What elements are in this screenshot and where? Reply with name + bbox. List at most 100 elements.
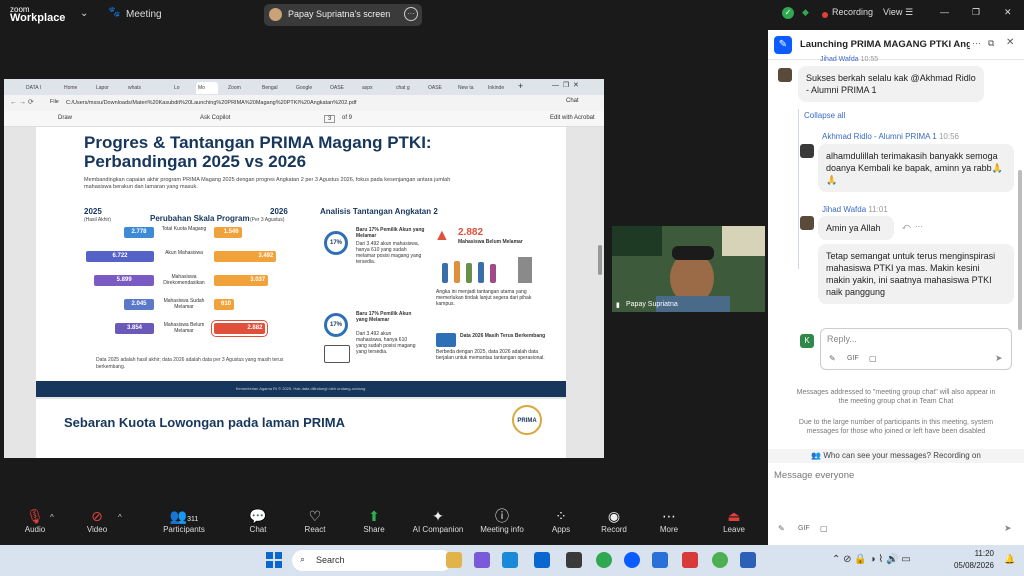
scrollbar[interactable] bbox=[1018, 170, 1022, 330]
analysis-4-title: Data 2026 Masih Terus Berkembang bbox=[460, 333, 546, 339]
leave-button[interactable]: ⏏ Leave bbox=[704, 505, 764, 534]
browser-tab-active[interactable]: Mo bbox=[196, 82, 218, 94]
chat-button[interactable]: 💬 Chat bbox=[228, 505, 288, 534]
participants-button[interactable]: 👥311 Participants bbox=[154, 505, 214, 534]
page-number-input[interactable]: 3 bbox=[324, 115, 336, 123]
file-explorer-icon[interactable] bbox=[446, 552, 462, 568]
more-options-icon[interactable]: ··· bbox=[404, 7, 418, 21]
zoom-icon[interactable] bbox=[624, 552, 640, 568]
url-scheme-label: File bbox=[50, 99, 59, 105]
browser-tab[interactable]: Google bbox=[294, 82, 320, 94]
browser-tab[interactable]: aspx bbox=[360, 82, 386, 94]
browser-tab[interactable]: Home bbox=[62, 82, 88, 94]
format-icon[interactable]: ✎ bbox=[829, 354, 836, 363]
pdf-icon[interactable] bbox=[682, 552, 698, 568]
draw-tool[interactable]: Draw bbox=[58, 115, 72, 121]
word-icon[interactable] bbox=[740, 552, 756, 568]
nav-buttons[interactable]: ← → ⟳ bbox=[10, 98, 34, 106]
bar-2025: 3.854 bbox=[115, 323, 154, 334]
app-icon[interactable] bbox=[566, 552, 582, 568]
participant-video[interactable]: ▮ Papay Supriatna bbox=[612, 226, 765, 312]
chat-message: alhamdulillah terimakasih banyakk semoga… bbox=[818, 144, 1014, 192]
thread-line bbox=[798, 109, 799, 269]
browser-tab[interactable]: Lo bbox=[172, 82, 190, 94]
more-options-icon[interactable]: ··· bbox=[972, 38, 981, 48]
copilot-icon[interactable] bbox=[474, 552, 490, 568]
send-icon[interactable]: ➤ bbox=[1004, 523, 1012, 534]
apps-button[interactable]: ⁘ Apps bbox=[531, 505, 591, 534]
shared-screen[interactable]: DATA I Home Lapor whats Lo Mo Zoom Benga… bbox=[4, 79, 604, 458]
new-tab-icon[interactable]: + bbox=[518, 81, 523, 91]
chrome-icon[interactable] bbox=[712, 552, 728, 568]
windows-start-icon[interactable] bbox=[266, 552, 282, 568]
browser-tab[interactable]: OASE bbox=[328, 82, 352, 94]
browser-tab[interactable]: Inkinde bbox=[486, 82, 514, 94]
close-icon[interactable]: ✕ bbox=[1006, 37, 1014, 48]
send-icon[interactable]: ➤ bbox=[995, 353, 1003, 364]
share-button[interactable]: ⬆ Share bbox=[344, 505, 404, 534]
message-input[interactable]: Message everyone bbox=[774, 470, 854, 481]
gif-button[interactable]: GIF bbox=[847, 355, 859, 362]
meeting-info-button[interactable]: ⓘ Meeting info bbox=[472, 505, 532, 534]
file-icon[interactable]: ▢ bbox=[869, 354, 877, 363]
view-menu-icon[interactable]: ☰ bbox=[905, 7, 913, 18]
store-icon[interactable] bbox=[534, 552, 550, 568]
ask-copilot-button[interactable]: Ask Copilot bbox=[200, 115, 230, 121]
gif-button[interactable]: GIF bbox=[798, 525, 810, 532]
reply-input[interactable]: Reply... bbox=[827, 334, 857, 344]
close-icon[interactable]: ✕ bbox=[1004, 7, 1012, 18]
collapse-all-link[interactable]: Collapse all bbox=[804, 111, 845, 120]
analysis-heading: Analisis Tantangan Angkatan 2 bbox=[320, 207, 438, 216]
window-controls[interactable]: — ❐ ✕ bbox=[552, 81, 579, 89]
chevron-up-icon[interactable]: ^ bbox=[50, 513, 54, 522]
sparkle-icon: ✦ bbox=[432, 508, 444, 524]
file-icon[interactable]: ▢ bbox=[820, 524, 828, 533]
pop-out-icon[interactable]: ⧉ bbox=[988, 38, 994, 49]
more-button[interactable]: ⋯ More bbox=[639, 505, 699, 534]
chevron-up-icon[interactable]: ^ bbox=[118, 513, 122, 522]
reply-box[interactable]: Reply... ✎ GIF ▢ ➤ bbox=[820, 328, 1012, 370]
recording-label[interactable]: Recording bbox=[832, 7, 873, 17]
react-button[interactable]: ♡ React bbox=[285, 505, 345, 534]
notification-bell-icon[interactable]: 🔔 bbox=[1004, 554, 1015, 565]
zoom-workplace-icon[interactable] bbox=[652, 552, 668, 568]
scrollbar[interactable] bbox=[598, 245, 602, 275]
message-visibility-link[interactable]: 👥 Who can see your messages? Recording o… bbox=[768, 449, 1024, 463]
url-field[interactable]: C:/Users/mssu/Downloads/Materi%20Kasubdi… bbox=[66, 98, 486, 108]
minimize-icon[interactable]: — bbox=[940, 7, 949, 17]
browser-tab[interactable]: whats bbox=[126, 82, 152, 94]
browser-tab[interactable]: Bengal bbox=[260, 82, 286, 94]
browser-tab[interactable]: OASE bbox=[426, 82, 450, 94]
clock-date[interactable]: 05/08/2026 bbox=[944, 561, 994, 570]
screen-share-indicator[interactable]: Papay Supriatna's screen ··· bbox=[264, 4, 422, 26]
meeting-label[interactable]: Meeting bbox=[126, 9, 162, 20]
taskbar-search[interactable]: ⌕ Search bbox=[292, 550, 452, 571]
browser-tab[interactable]: chat g bbox=[394, 82, 420, 94]
participants-icon: 👥311 bbox=[169, 508, 199, 524]
audio-button[interactable]: 🎙 Audio bbox=[5, 505, 65, 534]
clock-time[interactable]: 11:20 bbox=[944, 549, 994, 558]
record-button[interactable]: ◉ Record bbox=[584, 505, 644, 534]
pdf-viewer[interactable]: Progres & Tantangan PRIMA Magang PTKI: P… bbox=[4, 127, 604, 458]
edit-with-acrobat-button[interactable]: Edit with Acrobat bbox=[550, 115, 595, 121]
system-tray-icons[interactable]: ⌃ ⊘ 🔒 ◑ ⌇ 🔊 ▭ bbox=[832, 554, 911, 565]
edge-icon[interactable] bbox=[502, 552, 518, 568]
ai-companion-button[interactable]: ✦ AI Companion bbox=[406, 505, 470, 534]
browser-tab[interactable]: Lapor bbox=[94, 82, 120, 94]
analysis-3-title: Baru 17% Pemilik Akun yang Melamar bbox=[356, 311, 412, 323]
chrome-icon[interactable] bbox=[596, 552, 612, 568]
bar-2026: 3.037 bbox=[214, 275, 269, 286]
avatar: K bbox=[800, 334, 814, 348]
browser-tab[interactable]: New ta bbox=[456, 82, 480, 94]
security-shield-icon[interactable]: ✓ bbox=[782, 7, 794, 19]
format-icon[interactable]: ✎ bbox=[778, 524, 785, 533]
browser-tab[interactable]: DATA I bbox=[24, 82, 54, 94]
meeting-info-label: Meeting info bbox=[480, 525, 524, 534]
view-button[interactable]: View bbox=[883, 7, 902, 17]
share-label: Share bbox=[363, 525, 385, 534]
reply-icon[interactable]: ⤺ ··· bbox=[902, 222, 923, 232]
chevron-down-icon[interactable]: ⌄ bbox=[80, 8, 88, 19]
browser-tab[interactable]: Zoom bbox=[226, 82, 252, 94]
chat-button[interactable]: Chat bbox=[566, 98, 579, 104]
restore-icon[interactable]: ❐ bbox=[972, 7, 980, 18]
